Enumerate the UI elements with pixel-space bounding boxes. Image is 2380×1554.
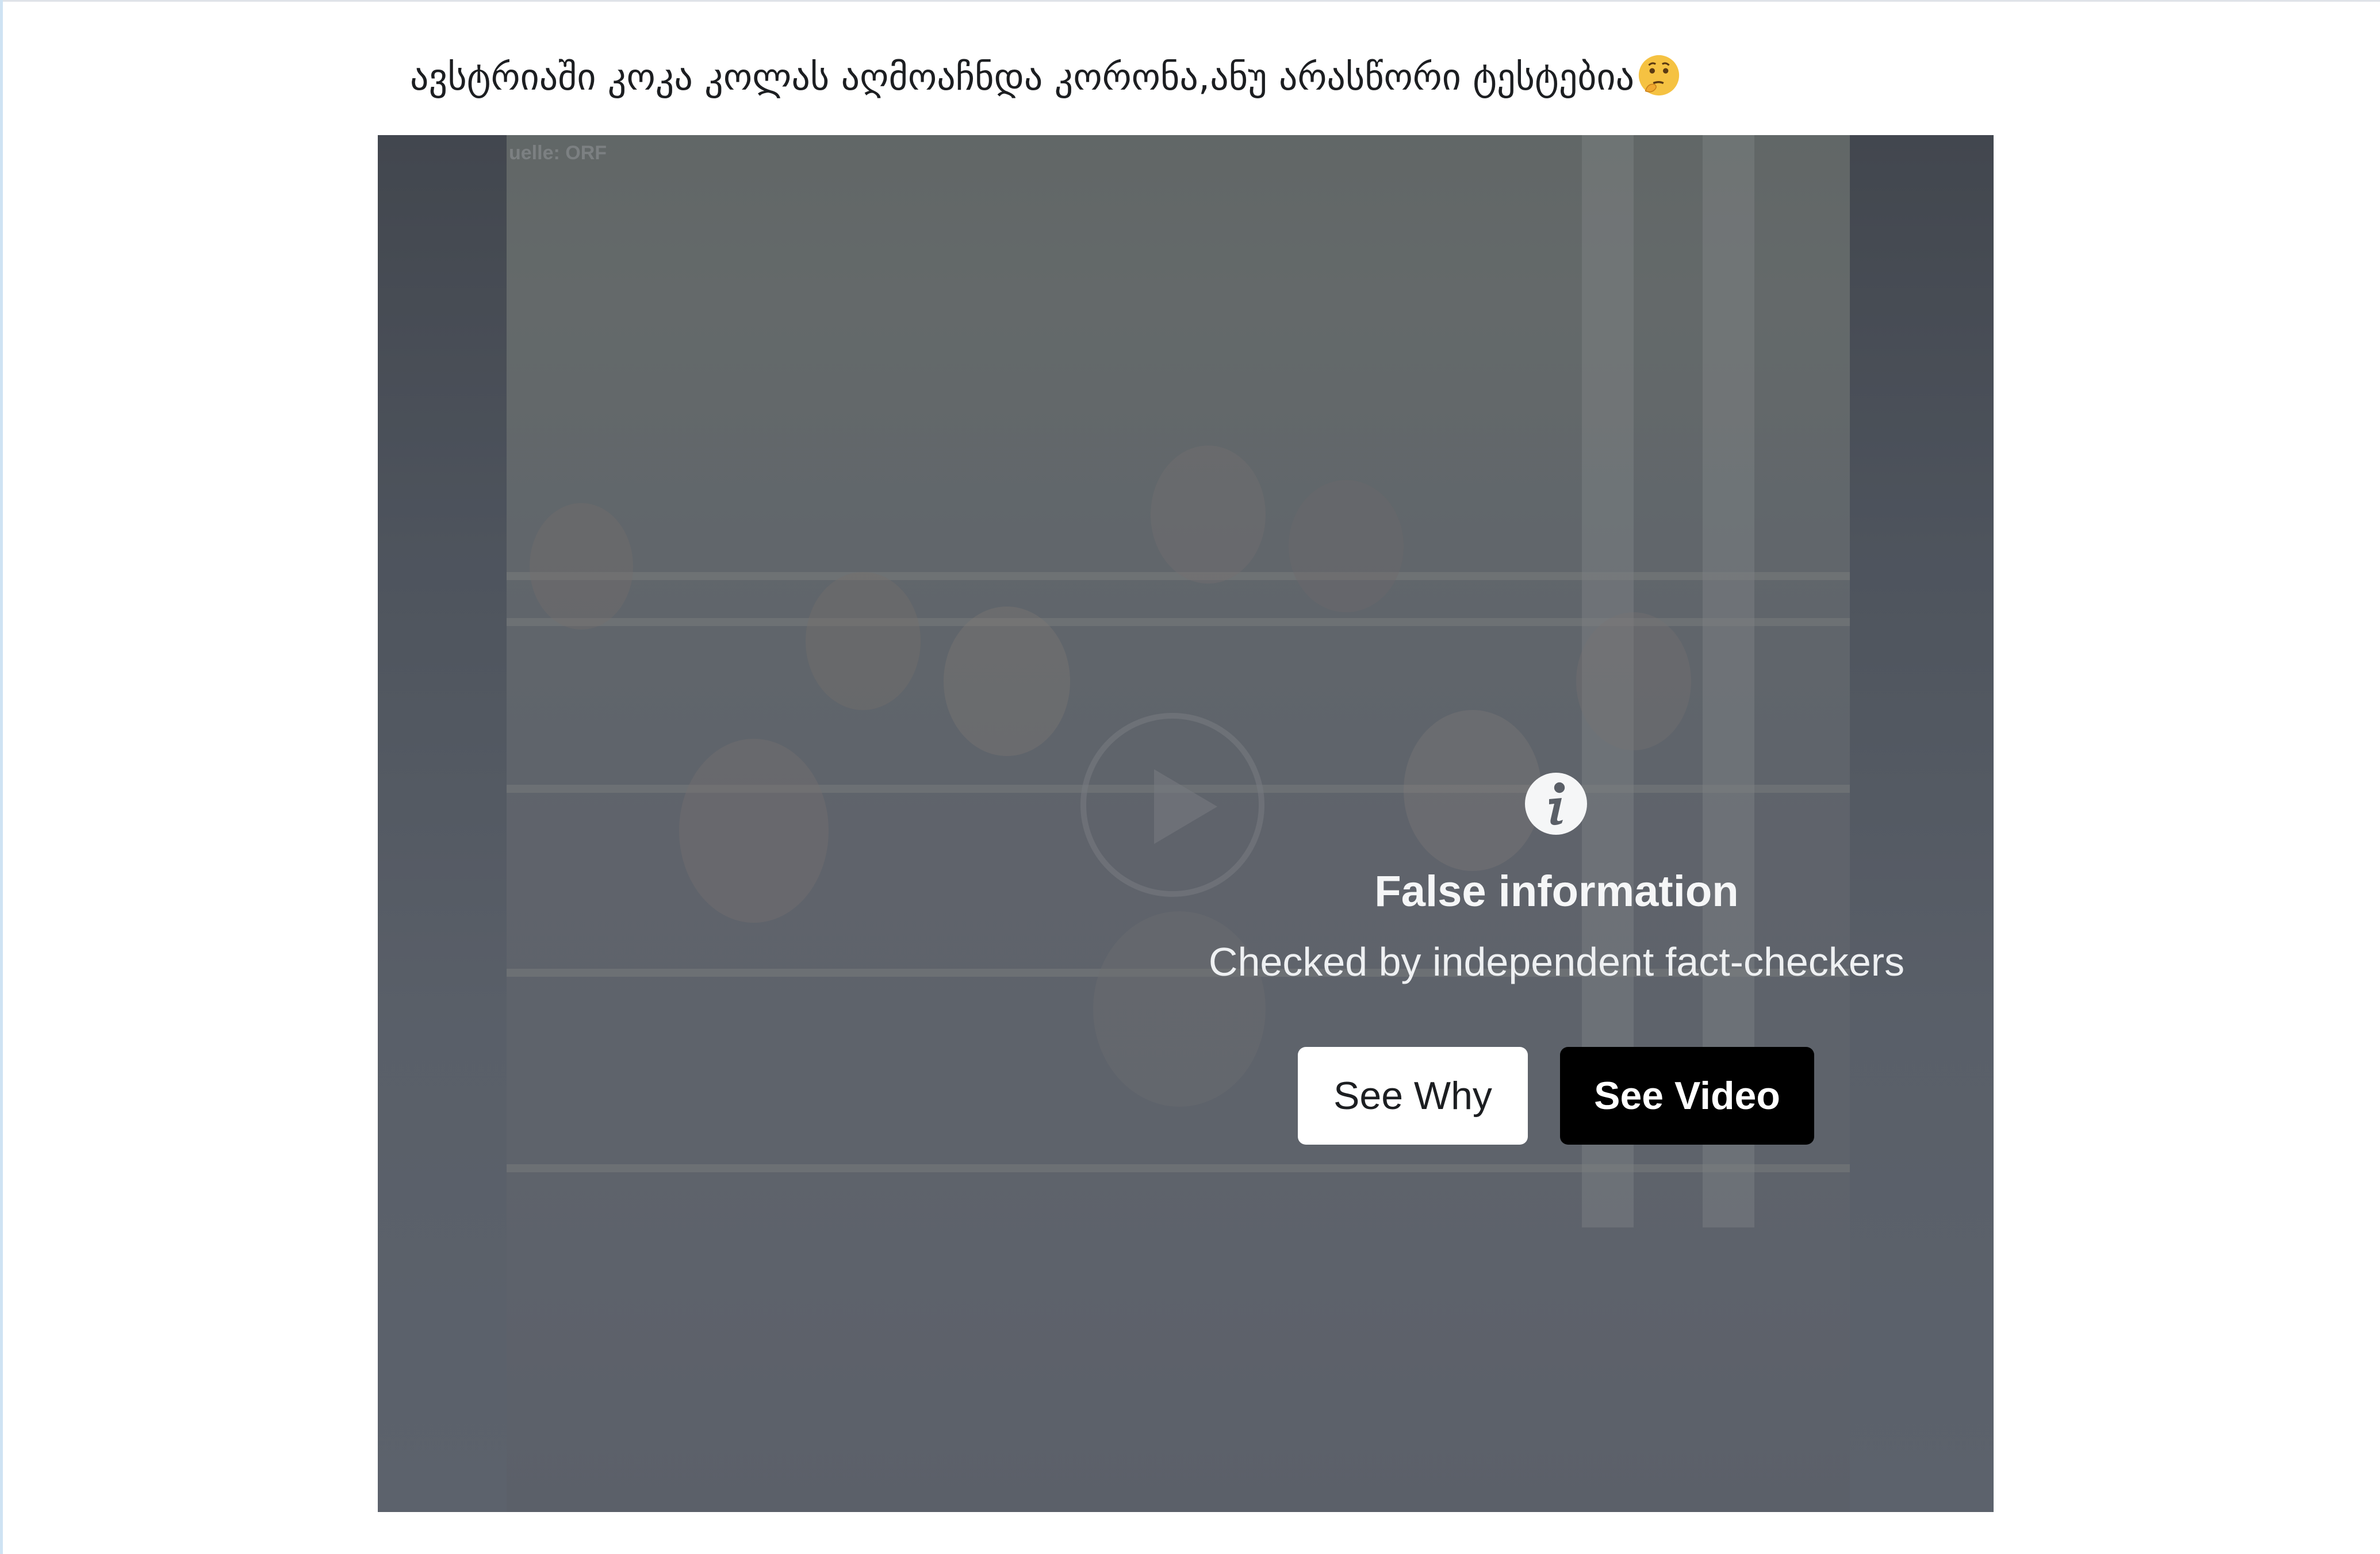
video-player[interactable]: uelle: ORF False information Checked by … xyxy=(378,135,1994,1512)
window-top-border xyxy=(0,0,2380,2)
warning-title: False information xyxy=(1374,867,1739,916)
post-caption: ავსტრიაში კოკა კოლას აღმოაჩნდა კორონა,ან… xyxy=(410,52,1963,103)
post-caption-text: ავსტრიაში კოკა კოლას აღმოაჩნდა კორონა,ან… xyxy=(410,56,1635,99)
info-icon xyxy=(1525,773,1587,835)
thinking-face-emoji xyxy=(1639,55,1680,96)
see-why-button[interactable]: See Why xyxy=(1298,1047,1528,1145)
warning-subtitle: Checked by independent fact-checkers xyxy=(1208,939,1905,984)
see-video-button[interactable]: See Video xyxy=(1560,1047,1814,1145)
window-left-border xyxy=(0,0,3,1554)
